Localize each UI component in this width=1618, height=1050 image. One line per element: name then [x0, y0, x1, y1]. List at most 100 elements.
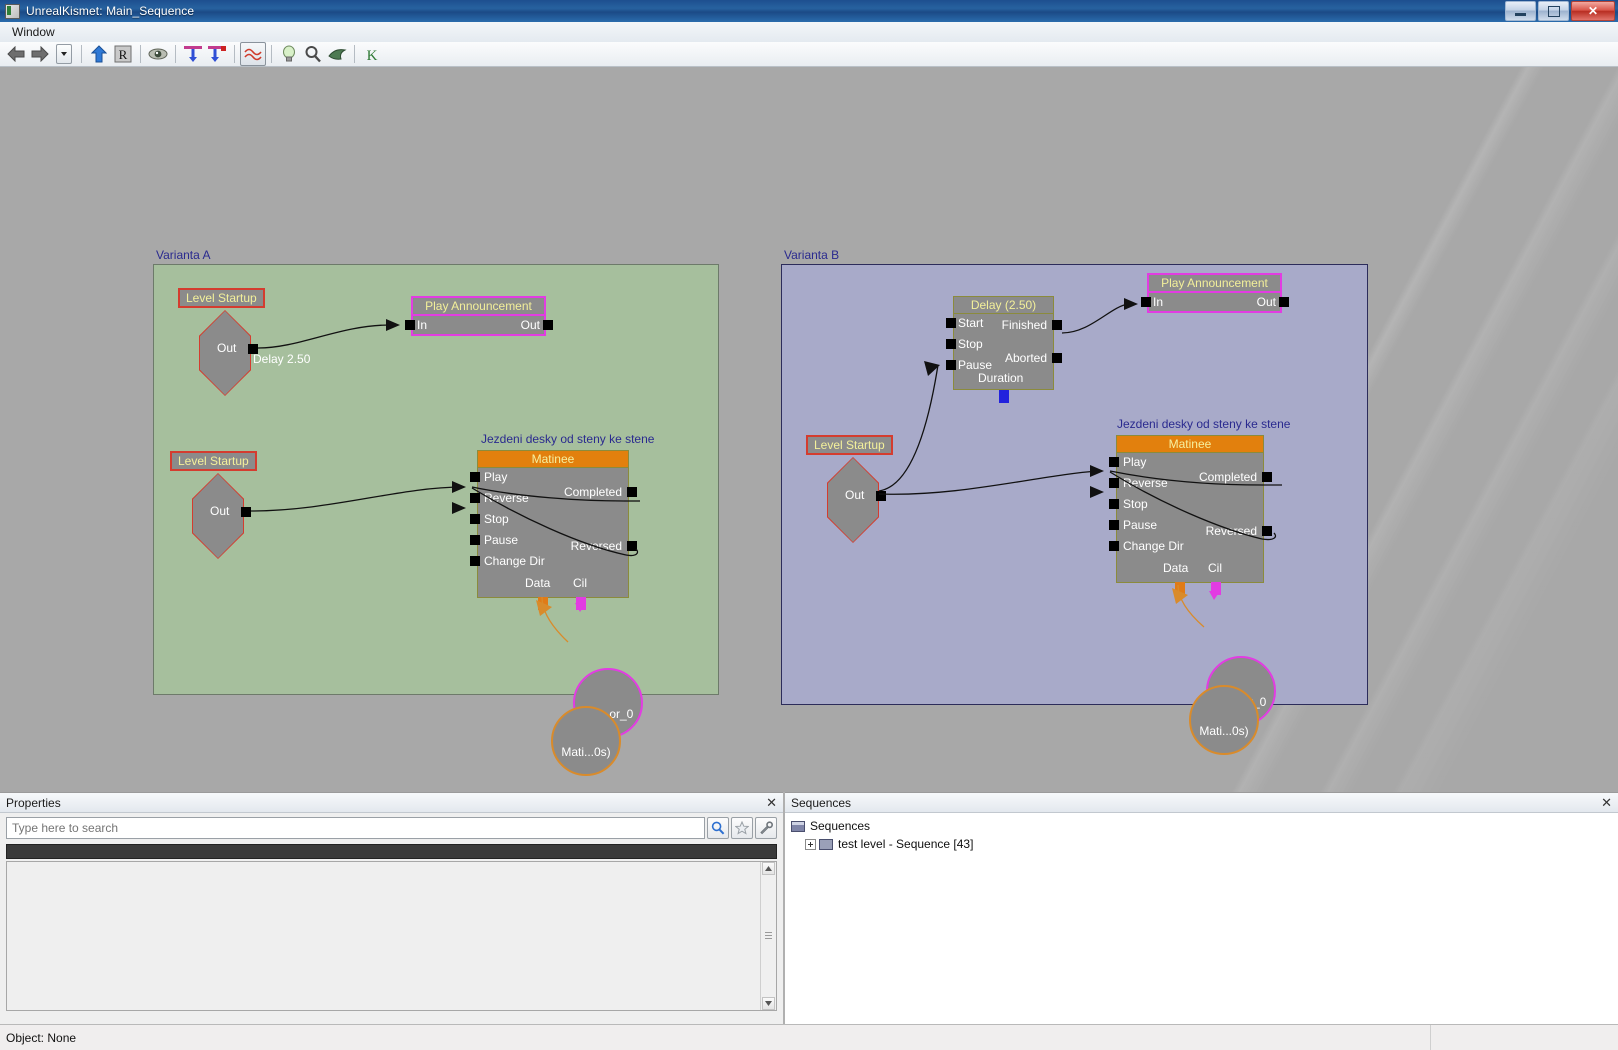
scroll-up-arrow-icon[interactable] — [762, 862, 775, 875]
output-pin-out[interactable] — [543, 320, 553, 330]
variable-pin-data[interactable] — [538, 597, 548, 610]
variable-pin-cil[interactable] — [576, 597, 586, 610]
input-pin-stop[interactable] — [470, 514, 480, 524]
search-actors-button[interactable] — [277, 43, 301, 65]
input-pin-stop[interactable] — [1109, 499, 1119, 509]
input-pin-label-play: Play — [484, 470, 508, 484]
sequence-icon — [819, 838, 833, 850]
node-a-level-startup-1[interactable]: Level Startup — [178, 288, 265, 308]
tree-row-test-level[interactable]: test level - Sequence [43] — [791, 835, 1618, 853]
minimize-icon — [1515, 12, 1526, 16]
input-pin-in[interactable] — [405, 320, 415, 330]
rename-sequence-button[interactable]: R — [111, 43, 135, 65]
properties-panel-close-button[interactable]: ✕ — [766, 796, 777, 809]
variable-pin-duration[interactable] — [999, 390, 1009, 403]
sequences-panel-close-button[interactable]: ✕ — [1601, 796, 1612, 809]
search-input[interactable] — [7, 818, 704, 838]
toolbar-separator — [140, 45, 141, 63]
properties-panel: Properties ✕ — [0, 792, 783, 1024]
variable-pin-cil[interactable] — [1211, 582, 1221, 595]
node-a-level-startup-2[interactable]: Level Startup — [170, 451, 257, 471]
input-pin-play[interactable] — [470, 472, 480, 482]
properties-search-box[interactable] — [6, 817, 705, 839]
node-a-matinee[interactable]: Matinee Play Reverse Stop Pause Change D… — [470, 450, 637, 610]
scroll-down-arrow-icon[interactable] — [762, 997, 775, 1010]
clear-breakpoints-button[interactable] — [325, 43, 349, 65]
maximize-button[interactable] — [1538, 1, 1569, 21]
expander-icon[interactable] — [805, 838, 816, 850]
variable-node-b-matinee[interactable]: Mati...0s) — [1189, 685, 1259, 755]
input-pin-play[interactable] — [1109, 457, 1119, 467]
output-pin-reversed[interactable] — [627, 541, 637, 551]
forward-button[interactable] — [28, 43, 52, 65]
search-button[interactable] — [707, 817, 729, 839]
settings-button[interactable] — [755, 817, 777, 839]
node-a-matinee-body[interactable]: Play Reverse Stop Pause Change Dir Compl… — [470, 467, 637, 610]
scrollbar-grip[interactable] — [765, 931, 772, 941]
node-b-play-announcement[interactable]: Play Announcement In Out — [1141, 273, 1289, 313]
input-pin-change-dir[interactable] — [470, 556, 480, 566]
output-pin-out[interactable] — [1279, 297, 1289, 307]
output-pin-completed[interactable] — [627, 487, 637, 497]
node-b-play-announcement-body[interactable]: In Out — [1141, 293, 1289, 313]
sequences-tree[interactable]: Sequences test level - Sequence [43] — [785, 813, 1618, 853]
kismet-window: UnrealKismet: Main_Sequence ✕ Window R K… — [0, 0, 1618, 1050]
variable-node-a-matinee[interactable]: Mati...0s) — [551, 706, 621, 776]
output-pin-out[interactable] — [241, 507, 251, 517]
output-pin-completed[interactable] — [1262, 472, 1272, 482]
minimize-button[interactable] — [1505, 1, 1536, 21]
toolbar: R K — [0, 42, 1618, 67]
properties-content-area[interactable] — [6, 861, 777, 1011]
node-a-play-announcement-body[interactable]: In Out — [405, 316, 553, 336]
node-a-play-announcement-title: Play Announcement — [411, 296, 546, 316]
svg-text:K: K — [367, 48, 378, 63]
input-pin-label-pause: Pause — [958, 358, 993, 372]
favorites-button[interactable] — [731, 817, 753, 839]
input-pin-in[interactable] — [1141, 297, 1151, 307]
input-pin-label-in: In — [1153, 295, 1164, 309]
output-pin-label-reversed: Reversed — [1205, 524, 1257, 538]
node-b-level-startup[interactable]: Level Startup — [806, 435, 893, 455]
output-pin-label-reversed: Reversed — [570, 539, 622, 553]
hide-connectors-button[interactable] — [146, 43, 170, 65]
svg-text:R: R — [119, 47, 128, 62]
input-pin-reverse[interactable] — [470, 493, 480, 503]
properties-panel-title: Properties — [6, 795, 61, 810]
properties-vertical-scrollbar[interactable] — [760, 862, 776, 1010]
node-b-delay[interactable]: Delay (2.50) Start Stop Pause Finished A… — [946, 296, 1062, 403]
input-pin-stop[interactable] — [946, 339, 956, 349]
show-all-connectors-button[interactable] — [181, 43, 205, 65]
tree-row-sequences-root[interactable]: Sequences — [791, 817, 1618, 835]
node-b-matinee-body[interactable]: Play Reverse Stop Pause Change Dir Compl… — [1109, 452, 1272, 595]
sequences-panel-caption: Sequences ✕ — [785, 793, 1618, 813]
input-pin-pause[interactable] — [1109, 520, 1119, 530]
node-a-play-announcement[interactable]: Play Announcement In Out — [405, 296, 553, 336]
input-pin-pause[interactable] — [946, 360, 956, 370]
input-pin-change-dir[interactable] — [1109, 541, 1119, 551]
parent-sequence-button[interactable] — [87, 43, 111, 65]
output-pin-out[interactable] — [876, 491, 886, 501]
node-b-delay-body[interactable]: Start Stop Pause Finished Aborted Durati… — [946, 313, 1062, 403]
input-pin-start[interactable] — [946, 318, 956, 328]
back-button[interactable] — [4, 43, 28, 65]
curved-connections-toggle[interactable] — [240, 42, 266, 66]
output-pin-finished[interactable] — [1052, 320, 1062, 330]
input-pin-reverse[interactable] — [1109, 478, 1119, 488]
menu-item-window[interactable]: Window — [4, 23, 63, 41]
show-used-connectors-button[interactable] — [205, 43, 229, 65]
pin-label-out: Out — [210, 504, 230, 518]
kismet-graph-canvas[interactable]: Varianta A Level Startup Out Delay 2.50 … — [0, 67, 1618, 792]
kismet-debugger-button[interactable]: K — [360, 43, 384, 65]
node-b-matinee[interactable]: Matinee Play Reverse Stop Pause Change D… — [1109, 435, 1272, 595]
history-dropdown-button[interactable] — [52, 43, 76, 65]
variable-pin-data[interactable] — [1175, 582, 1185, 595]
output-pin-aborted[interactable] — [1052, 353, 1062, 363]
input-pin-pause[interactable] — [470, 535, 480, 545]
output-pin-reversed[interactable] — [1262, 526, 1272, 536]
group-varianta-b-title: Varianta B — [784, 248, 840, 262]
output-pin-label-finished: Finished — [1001, 318, 1047, 332]
menu-bar: Window — [0, 22, 1618, 43]
toolbar-separator — [234, 45, 235, 63]
zoom-to-fit-button[interactable] — [301, 43, 325, 65]
close-button[interactable]: ✕ — [1571, 1, 1615, 21]
